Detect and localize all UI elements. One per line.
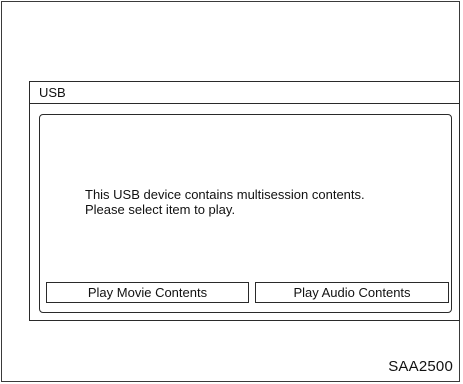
usb-screen: USB This USB device contains multisessio… (29, 81, 460, 321)
figure-code: SAA2500 (388, 358, 453, 375)
dialog-button-row: Play Movie Contents Play Audio Contents (46, 282, 449, 303)
play-audio-contents-button[interactable]: Play Audio Contents (255, 282, 449, 303)
screen-title: USB (30, 82, 459, 104)
multisession-dialog: This USB device contains multisession co… (39, 114, 452, 313)
figure-frame: USB This USB device contains multisessio… (1, 1, 460, 382)
play-movie-contents-button[interactable]: Play Movie Contents (46, 282, 249, 303)
dialog-message: This USB device contains multisession co… (85, 187, 445, 217)
dialog-message-line-1: This USB device contains multisession co… (85, 187, 365, 202)
dialog-message-line-2: Please select item to play. (85, 202, 236, 217)
